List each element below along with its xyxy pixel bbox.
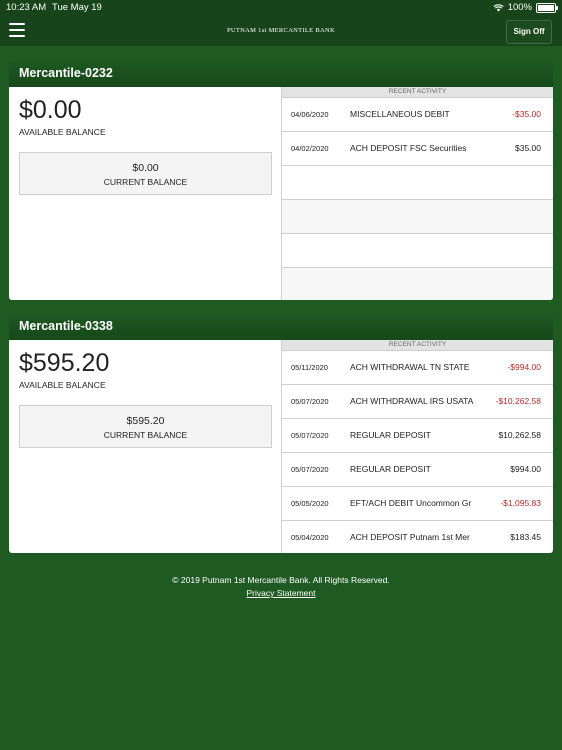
activity-date: 04/02/2020 <box>291 144 329 153</box>
activity-description: EFT/ACH DEBIT Uncommon Gr <box>350 498 472 508</box>
privacy-statement-link[interactable]: Privacy Statement <box>0 588 562 598</box>
activity-description: ACH DEPOSIT FSC Securities <box>350 143 467 153</box>
account-name[interactable]: Mercantile-0338 <box>9 312 553 340</box>
account-body: $595.20 AVAILABLE BALANCE $595.20 CURREN… <box>9 340 553 553</box>
activity-amount: -$10,262.58 <box>495 396 541 406</box>
activity-amount: -$994.00 <box>507 362 541 372</box>
current-balance: $595.20 <box>126 415 165 427</box>
balance-pane: $595.20 AVAILABLE BALANCE $595.20 CURREN… <box>9 340 279 553</box>
activity-row[interactable]: 05/05/2020 EFT/ACH DEBIT Uncommon Gr -$1… <box>282 487 553 521</box>
current-balance: $0.00 <box>132 162 159 174</box>
status-date: Tue May 19 <box>52 2 102 13</box>
activity-row-empty <box>282 234 553 268</box>
activity-description: MISCELLANEOUS DEBIT <box>350 109 450 119</box>
status-time: 10:23 AM <box>6 2 47 13</box>
activity-row[interactable]: 04/02/2020 ACH DEPOSIT FSC Securities $3… <box>282 132 553 166</box>
activity-description: REGULAR DEPOSIT <box>350 430 431 440</box>
account-body: $0.00 AVAILABLE BALANCE $0.00 CURRENT BA… <box>9 87 553 300</box>
current-balance-label: CURRENT BALANCE <box>103 177 188 187</box>
current-balance-box: $0.00 CURRENT BALANCE <box>19 152 272 195</box>
available-balance: $595.20 <box>19 349 110 377</box>
recent-activity-pane: RECENT ACTIVITY 05/11/2020 ACH WITHDRAWA… <box>281 340 553 553</box>
activity-row-empty <box>282 200 553 234</box>
status-bar: 10:23 AM Tue May 19 100% <box>0 0 562 16</box>
footer: © 2019 Putnam 1st Mercantile Bank. All R… <box>0 575 562 598</box>
copyright-text: © 2019 Putnam 1st Mercantile Bank. All R… <box>172 575 390 585</box>
nav-bar: PUTNAM 1st MERCANTILE BANK Sign Off <box>0 16 562 46</box>
activity-amount: $35.00 <box>515 143 541 153</box>
activity-date: 05/05/2020 <box>291 499 329 508</box>
activity-row[interactable]: 05/07/2020 REGULAR DEPOSIT $994.00 <box>282 453 553 487</box>
activity-date: 05/07/2020 <box>291 397 329 406</box>
recent-activity-header: RECENT ACTIVITY <box>282 340 553 351</box>
current-balance-box: $595.20 CURRENT BALANCE <box>19 405 272 448</box>
battery-icon <box>536 2 558 13</box>
bank-title: PUTNAM 1st MERCANTILE BANK <box>226 27 335 34</box>
activity-date: 05/11/2020 <box>291 363 328 372</box>
activity-description: ACH WITHDRAWAL TN STATE <box>350 362 470 372</box>
account-name[interactable]: Mercantile-0232 <box>9 59 553 87</box>
available-balance-label: AVAILABLE BALANCE <box>19 127 106 137</box>
activity-row-empty <box>282 166 553 200</box>
activity-date: 05/04/2020 <box>291 533 329 542</box>
recent-activity-header: RECENT ACTIVITY <box>282 87 553 98</box>
activity-amount: -$1,095.83 <box>500 498 541 508</box>
activity-amount: -$35.00 <box>512 109 541 119</box>
activity-description: ACH DEPOSIT Putnam 1st Mer <box>350 532 470 542</box>
activity-amount: $10,262.58 <box>498 430 541 440</box>
account-card: Mercantile-0232 $0.00 AVAILABLE BALANCE … <box>9 59 553 300</box>
sign-off-button[interactable]: Sign Off <box>506 20 552 44</box>
activity-row[interactable]: 04/06/2020 MISCELLANEOUS DEBIT -$35.00 <box>282 98 553 132</box>
available-balance-label: AVAILABLE BALANCE <box>19 380 106 390</box>
wifi-icon <box>493 3 504 11</box>
activity-description: ACH WITHDRAWAL IRS USATA <box>350 396 474 406</box>
battery-percent: 100% <box>507 2 532 13</box>
activity-date: 05/07/2020 <box>291 465 329 474</box>
activity-amount: $994.00 <box>510 464 541 474</box>
account-card: Mercantile-0338 $595.20 AVAILABLE BALANC… <box>9 312 553 553</box>
activity-date: 04/06/2020 <box>291 110 329 119</box>
activity-row[interactable]: 05/11/2020 ACH WITHDRAWAL TN STATE -$994… <box>282 351 553 385</box>
activity-row-empty <box>282 268 553 300</box>
activity-row[interactable]: 05/07/2020 ACH WITHDRAWAL IRS USATA -$10… <box>282 385 553 419</box>
activity-description: REGULAR DEPOSIT <box>350 464 431 474</box>
activity-row[interactable]: 05/07/2020 REGULAR DEPOSIT $10,262.58 <box>282 419 553 453</box>
recent-activity-pane: RECENT ACTIVITY 04/06/2020 MISCELLANEOUS… <box>281 87 553 300</box>
available-balance: $0.00 <box>19 96 82 124</box>
status-right: 100% <box>493 2 558 13</box>
activity-amount: $183.45 <box>510 532 541 542</box>
current-balance-label: CURRENT BALANCE <box>103 430 188 440</box>
activity-date: 05/07/2020 <box>291 431 329 440</box>
activity-row[interactable]: 05/04/2020 ACH DEPOSIT Putnam 1st Mer $1… <box>282 521 553 553</box>
balance-pane: $0.00 AVAILABLE BALANCE $0.00 CURRENT BA… <box>9 87 279 300</box>
